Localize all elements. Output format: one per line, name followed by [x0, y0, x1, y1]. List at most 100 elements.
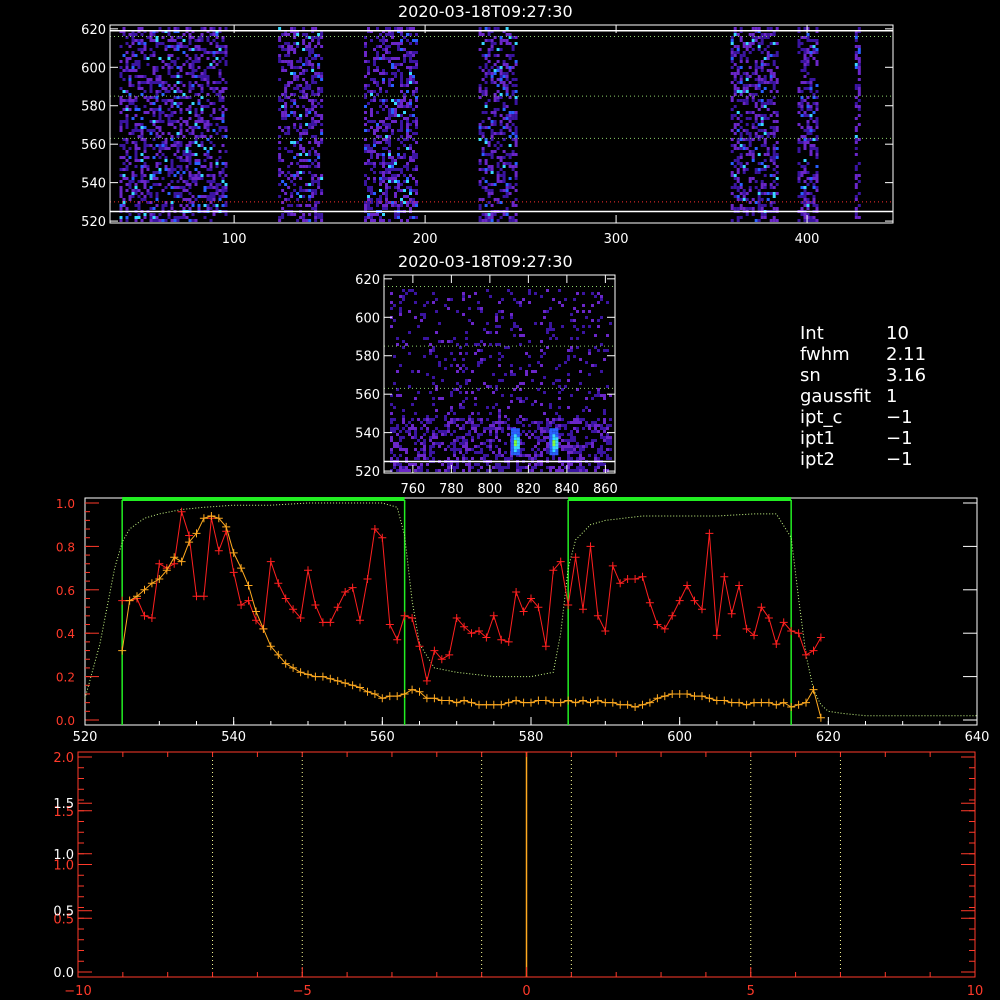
heat-cell [140, 135, 144, 138]
heat-cell [462, 442, 465, 445]
heat-cell [200, 48, 204, 51]
heat-cell [391, 33, 394, 36]
heat-cell [134, 192, 138, 195]
heat-cell [531, 469, 534, 472]
heat-cell [385, 45, 388, 48]
heat-cell [450, 364, 453, 367]
heat-cell [391, 159, 394, 162]
heat-cell [603, 430, 606, 433]
heat-cell [564, 361, 567, 364]
heat-cell [496, 48, 500, 51]
heat-cell [164, 63, 168, 66]
heat-hotspot-cell [510, 449, 514, 453]
heat-cell [492, 439, 495, 442]
heat-cell [382, 180, 385, 183]
heat-cell [540, 421, 543, 424]
heat-cell [221, 171, 225, 174]
model-point [504, 698, 513, 707]
heat-cell [766, 165, 770, 168]
heat-cell [317, 42, 321, 45]
heat-cell [736, 141, 740, 144]
heat-cell [505, 33, 509, 36]
heat-cell [534, 457, 537, 460]
heat-cell [555, 418, 558, 421]
heat-cell [311, 63, 315, 66]
heat-cell [370, 156, 373, 159]
heat-cell [122, 198, 126, 201]
heat-cell [411, 418, 414, 421]
heat-cell [474, 463, 477, 466]
heat-cell [812, 144, 816, 147]
heat-cell [203, 147, 207, 150]
model-point [645, 698, 654, 707]
heat-cell [197, 177, 201, 180]
heat-cell [514, 96, 518, 99]
heat-cell [209, 195, 213, 198]
model-point [489, 700, 498, 709]
heat-cell [570, 433, 573, 436]
heat-cell [149, 207, 153, 210]
heat-cell [158, 144, 162, 147]
heat-cell [742, 144, 746, 147]
heat-cell [462, 457, 465, 460]
heat-cell [373, 177, 376, 180]
heat-cell [748, 117, 752, 120]
heat-cell [155, 39, 159, 42]
heat-cell [800, 174, 804, 177]
heat-cell [493, 72, 497, 75]
heat-cell [510, 373, 513, 376]
heat-cell [317, 90, 321, 93]
heat-cell [459, 427, 462, 430]
heat-cell [609, 322, 612, 325]
x-tick-label: 860 [593, 482, 618, 497]
spectrum-point [318, 618, 327, 627]
heat-cell [486, 385, 489, 388]
model-point [683, 690, 692, 698]
heat-cell [388, 150, 391, 153]
heat-cell [502, 189, 506, 192]
heat-cell [179, 186, 183, 189]
heat-cell [218, 90, 222, 93]
heat-cell [140, 87, 144, 90]
model-point [534, 696, 543, 705]
heat-cell [188, 126, 192, 129]
heat-cell [390, 412, 393, 415]
heat-cell [308, 54, 312, 57]
heat-cell [597, 325, 600, 328]
heat-cell [748, 75, 752, 78]
heat-cell [143, 147, 147, 150]
heat-cell [367, 189, 370, 192]
heat-cell [400, 48, 403, 51]
heat-cell [200, 165, 204, 168]
heat-cell [179, 129, 183, 132]
heat-cell [382, 162, 385, 165]
heat-cell [525, 454, 528, 457]
heat-cell [218, 189, 222, 192]
heat-cell [167, 174, 171, 177]
heat-cell [399, 430, 402, 433]
heat-cell [379, 105, 382, 108]
heat-cell [388, 123, 391, 126]
heat-cell [173, 60, 177, 63]
heat-cell [284, 192, 288, 195]
y-tick-label: 560 [81, 138, 106, 153]
heat-cell [815, 120, 819, 123]
heat-cell [158, 81, 162, 84]
heat-cell [158, 27, 162, 30]
heat-cell [191, 69, 195, 72]
heat-cell [137, 216, 141, 219]
heat-cell [508, 117, 512, 120]
heat-cell [308, 60, 312, 63]
heat-cell [402, 469, 405, 472]
heat-cell [462, 469, 465, 472]
model-point [199, 514, 208, 523]
heat-cell [403, 201, 406, 204]
heat-cell [415, 201, 418, 204]
heat-cell [218, 27, 222, 30]
heat-cell [385, 141, 388, 144]
heat-cell [188, 27, 192, 30]
spectrum-point [266, 557, 275, 566]
heat-cell [435, 331, 438, 334]
heat-cell [305, 114, 309, 117]
heat-cell [203, 195, 207, 198]
